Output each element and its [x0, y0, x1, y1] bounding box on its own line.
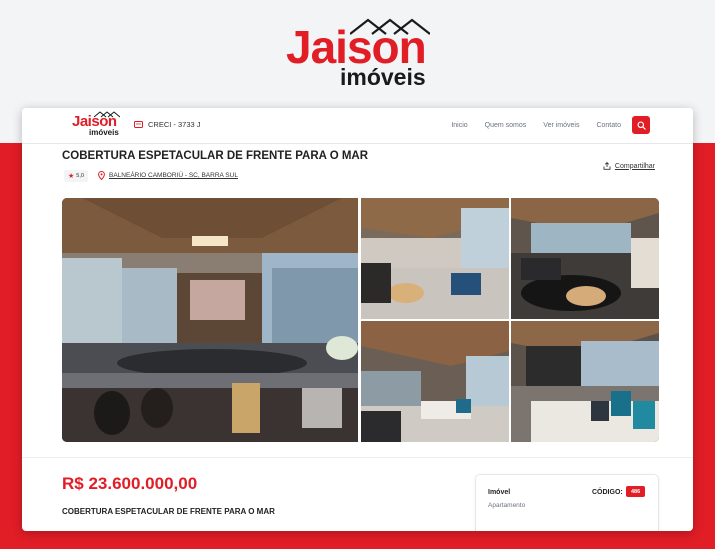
- search-button[interactable]: [632, 116, 650, 134]
- nav-link-contato[interactable]: Contato: [596, 122, 621, 129]
- nav-links: Inicio Quem somos Ver imóveis Contato: [451, 122, 621, 129]
- property-info-box: Imóvel Apartamento CÓDIGO: 486: [475, 474, 659, 531]
- navbar-logo-primary: Jaison: [72, 113, 117, 130]
- property-type-label: Imóvel: [488, 489, 511, 496]
- brand-logo: Jaison imóveis: [286, 18, 432, 90]
- property-code-label: CÓDIGO:: [592, 489, 623, 496]
- creci-info: CRECI - 3733 J: [134, 120, 201, 129]
- nav-link-ver-imoveis[interactable]: Ver imóveis: [543, 122, 579, 129]
- location-text: BALNEÁRIO CAMBORIÚ - SC, BARRA SUL: [109, 172, 238, 179]
- location-link[interactable]: BALNEÁRIO CAMBORIÚ - SC, BARRA SUL: [98, 171, 238, 180]
- rating-badge: ★ 5,0: [64, 170, 88, 182]
- top-navbar: Jaison imóveis CRECI - 3733 J Inicio Que…: [22, 108, 693, 144]
- share-label: Compartilhar: [614, 162, 655, 170]
- gallery-photo-5[interactable]: [511, 321, 659, 442]
- property-type-value: Apartamento: [488, 502, 526, 509]
- photo-gallery: [62, 198, 659, 442]
- gallery-photo-4[interactable]: [361, 321, 509, 442]
- share-icon: [603, 162, 611, 170]
- gallery-photo-2[interactable]: [361, 198, 509, 319]
- nav-link-inicio[interactable]: Inicio: [451, 122, 467, 129]
- listing-price: R$ 23.600.000,00: [62, 474, 198, 493]
- nav-link-quem-somos[interactable]: Quem somos: [485, 122, 527, 129]
- property-code-badge: 486: [626, 486, 646, 497]
- creci-text: CRECI - 3733 J: [148, 120, 201, 129]
- gallery-photo-main[interactable]: [62, 198, 358, 442]
- star-icon: ★: [68, 173, 75, 180]
- rating-value: 5,0: [76, 173, 84, 179]
- share-button[interactable]: Compartilhar: [603, 162, 655, 170]
- gallery-photo-3[interactable]: [511, 198, 659, 319]
- brand-name-secondary: imóveis: [340, 64, 426, 90]
- search-icon: [636, 120, 646, 130]
- section-divider: [22, 457, 693, 458]
- navbar-logo[interactable]: Jaison imóveis: [72, 111, 122, 138]
- listing-subtitle: COBERTURA ESPETACULAR DE FRENTE PARA O M…: [62, 507, 275, 516]
- listing-title: COBERTURA ESPETACULAR DE FRENTE PARA O M…: [62, 150, 369, 162]
- navbar-logo-secondary: imóveis: [89, 128, 119, 137]
- map-pin-icon: [98, 171, 105, 180]
- id-card-icon: [134, 121, 143, 128]
- website-preview-card: Jaison imóveis CRECI - 3733 J Inicio Que…: [22, 108, 693, 531]
